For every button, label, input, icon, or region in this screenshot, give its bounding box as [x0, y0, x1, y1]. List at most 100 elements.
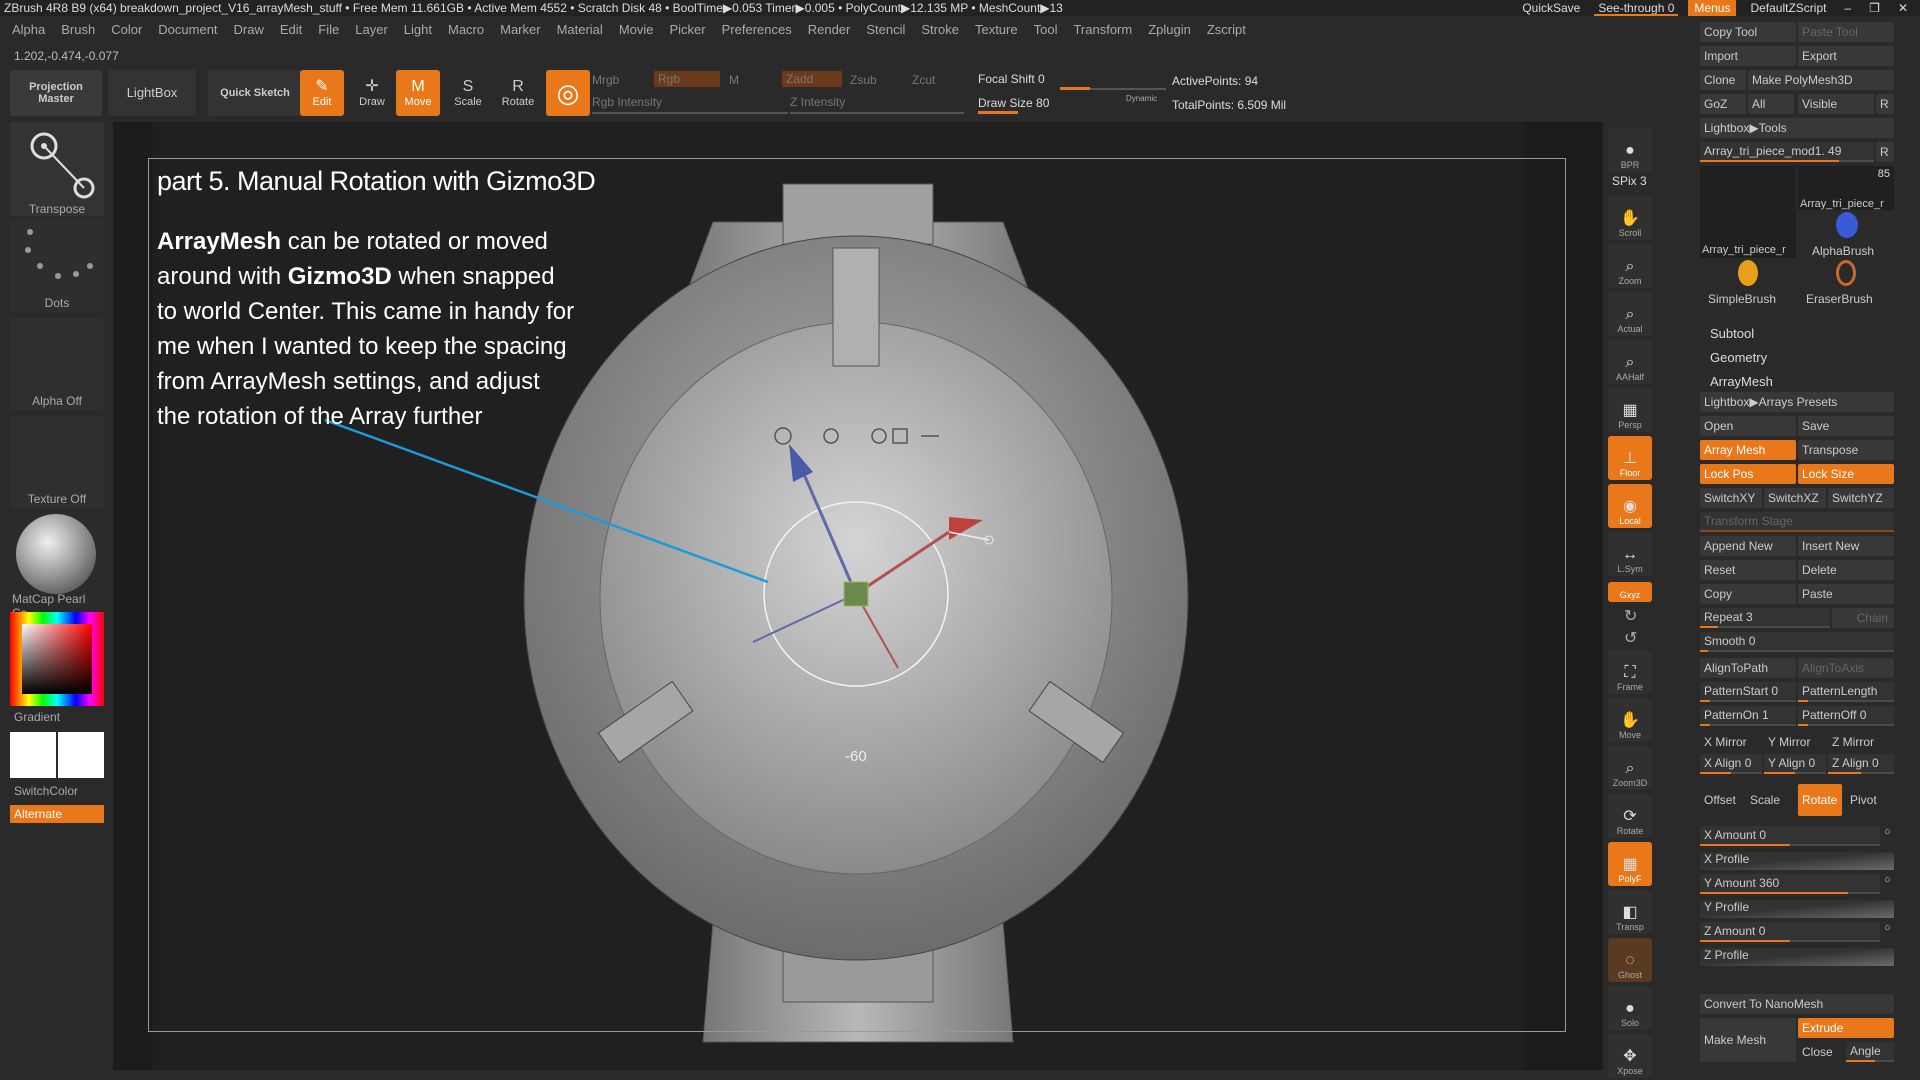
menu-texture[interactable]: Texture	[975, 22, 1018, 40]
pivot-tab[interactable]: Pivot	[1846, 790, 1892, 810]
menu-file[interactable]: File	[318, 22, 339, 40]
menu-stroke[interactable]: Stroke	[921, 22, 959, 40]
z-profile-curve[interactable]: Z Profile	[1700, 948, 1894, 966]
m-button[interactable]: M	[729, 73, 739, 87]
menu-macro[interactable]: Macro	[448, 22, 484, 40]
switch-yz-button[interactable]: SwitchYZ	[1828, 488, 1894, 508]
switch-color-button[interactable]: SwitchColor	[8, 784, 102, 798]
z-mirror-button[interactable]: Z Mirror	[1828, 732, 1894, 752]
menu-edit[interactable]: Edit	[280, 22, 302, 40]
chain-button[interactable]: Chain	[1832, 608, 1894, 628]
pattern-on-slider[interactable]: PatternOn 1	[1700, 706, 1796, 726]
alpha-button[interactable]: Alpha Off	[10, 318, 104, 410]
default-zscript-button[interactable]: DefaultZScript	[1746, 0, 1830, 16]
draw-size-slider[interactable]: Draw Size 80	[978, 96, 1049, 110]
export-button[interactable]: Export	[1798, 46, 1894, 66]
close-icon[interactable]: ✕	[1894, 0, 1912, 16]
x-amount-slider[interactable]: X Amount 0	[1700, 826, 1880, 846]
switch-xz-button[interactable]: SwitchXZ	[1764, 488, 1826, 508]
tool-thumb-2[interactable]: 85 Array_tri_piece_r	[1798, 166, 1894, 210]
stroke-dots-button[interactable]: Dots	[10, 220, 104, 312]
rgb-intensity-slider[interactable]: Rgb Intensity	[592, 95, 662, 109]
rotate-ccw-icon[interactable]: ↺	[1624, 628, 1637, 648]
edit-mode-button[interactable]: ✎ Edit	[300, 70, 344, 116]
lock-size-toggle[interactable]: Lock Size	[1798, 464, 1894, 484]
smooth-slider[interactable]: Smooth 0	[1700, 632, 1894, 652]
copy-tool-button[interactable]: Copy Tool	[1700, 22, 1796, 42]
eraserbrush-thumb[interactable]: EraserBrush	[1798, 260, 1894, 306]
menu-draw[interactable]: Draw	[234, 22, 264, 40]
scale-tab[interactable]: Scale	[1746, 790, 1792, 810]
x-profile-curve[interactable]: X Profile	[1700, 852, 1894, 870]
array-mesh-toggle[interactable]: Array Mesh	[1700, 440, 1796, 460]
focal-shift-slider[interactable]: Focal Shift 0	[978, 72, 1045, 86]
menu-preferences[interactable]: Preferences	[722, 22, 792, 40]
menu-marker[interactable]: Marker	[500, 22, 540, 40]
repeat-slider[interactable]: Repeat 3	[1700, 608, 1830, 628]
color-picker-square[interactable]	[22, 624, 92, 694]
see-through-slider[interactable]: See-through 0	[1594, 0, 1679, 16]
aahalf-button[interactable]: ⌕ AAHalf	[1608, 340, 1652, 384]
goz-button[interactable]: GoZ	[1700, 94, 1746, 114]
subtool-section-header[interactable]: Subtool	[1710, 326, 1754, 341]
rotate-view-button[interactable]: ⟳ Rotate	[1608, 794, 1652, 838]
z-intensity-slider[interactable]: Z Intensity	[790, 95, 845, 109]
y-amount-slider[interactable]: Y Amount 360	[1700, 874, 1880, 894]
quicksave-button[interactable]: QuickSave	[1518, 0, 1584, 16]
array-transpose-button[interactable]: Transpose	[1798, 440, 1894, 460]
transpose-brush-button[interactable]: Transpose	[10, 122, 104, 216]
current-tool-slider[interactable]: Array_tri_piece_mod1. 49	[1700, 142, 1874, 162]
menu-material[interactable]: Material	[557, 22, 603, 40]
pattern-off-slider[interactable]: PatternOff 0	[1798, 706, 1894, 726]
zoom-button[interactable]: ⌕ Zoom	[1608, 244, 1652, 288]
insert-new-button[interactable]: Insert New	[1798, 536, 1894, 556]
rotate-mode-button[interactable]: R Rotate	[496, 70, 540, 116]
menu-movie[interactable]: Movie	[619, 22, 654, 40]
simplebrush-thumb[interactable]: SimpleBrush	[1700, 260, 1796, 306]
texture-button[interactable]: Texture Off	[10, 416, 104, 508]
y-align-slider[interactable]: Y Align 0	[1764, 754, 1826, 774]
zsub-button[interactable]: Zsub	[850, 73, 877, 87]
spix-slider[interactable]: SPix 3	[1612, 174, 1647, 188]
menu-stencil[interactable]: Stencil	[866, 22, 905, 40]
paste-tool-button[interactable]: Paste Tool	[1798, 22, 1894, 42]
frame-button[interactable]: ⛶ Frame	[1608, 650, 1652, 694]
zoom3d-button[interactable]: ⌕ Zoom3D	[1608, 746, 1652, 790]
lightbox-button[interactable]: LightBox	[108, 70, 196, 116]
extrude-toggle[interactable]: Extrude	[1798, 1018, 1894, 1038]
tool-thumb-1[interactable]: Array_tri_piece_r	[1700, 166, 1796, 258]
y-amount-reset-icon[interactable]: ○	[1884, 874, 1891, 886]
xyz-button[interactable]: Gxyz	[1608, 582, 1652, 602]
alternate-button[interactable]: Alternate	[10, 805, 104, 823]
tool-r-button[interactable]: R	[1876, 142, 1894, 162]
zcut-button[interactable]: Zcut	[912, 73, 935, 87]
close-toggle[interactable]: Close	[1798, 1042, 1844, 1062]
local-button[interactable]: ◉ Local	[1608, 484, 1652, 528]
dynamic-toggle[interactable]: Dynamic	[1126, 94, 1157, 103]
align-to-axis-button[interactable]: AlignToAxis	[1798, 658, 1894, 678]
pattern-length-slider[interactable]: PatternLength	[1798, 682, 1894, 702]
color-picker[interactable]	[10, 612, 104, 706]
scale-mode-button[interactable]: S Scale	[446, 70, 490, 116]
move-view-button[interactable]: ✋ Move	[1608, 698, 1652, 742]
angle-slider[interactable]: Angle	[1846, 1042, 1894, 1062]
menu-light[interactable]: Light	[404, 22, 432, 40]
y-profile-curve[interactable]: Y Profile	[1700, 900, 1894, 918]
zadd-button[interactable]: Zadd	[782, 71, 842, 87]
import-button[interactable]: Import	[1700, 46, 1796, 66]
polyf-button[interactable]: ▦ PolyF	[1608, 842, 1652, 886]
floor-button[interactable]: ⊥ Floor	[1608, 436, 1652, 480]
delete-button[interactable]: Delete	[1798, 560, 1894, 580]
goz-visible-button[interactable]: Visible	[1798, 94, 1874, 114]
pattern-start-slider[interactable]: PatternStart 0	[1700, 682, 1796, 702]
persp-button[interactable]: ▦ Persp	[1608, 388, 1652, 432]
reset-button[interactable]: Reset	[1700, 560, 1796, 580]
make-polymesh-button[interactable]: Make PolyMesh3D	[1748, 70, 1894, 90]
actual-button[interactable]: ⌕ Actual	[1608, 292, 1652, 336]
transp-button[interactable]: ◧ Transp	[1608, 890, 1652, 934]
material-button[interactable]: MatCap Pearl Ca	[10, 512, 104, 620]
gizmo-toggle-button[interactable]: ◎	[546, 70, 590, 116]
make-mesh-button[interactable]: Make Mesh	[1700, 1018, 1796, 1062]
goz-all-button[interactable]: All	[1748, 94, 1794, 114]
z-amount-reset-icon[interactable]: ○	[1884, 922, 1891, 934]
